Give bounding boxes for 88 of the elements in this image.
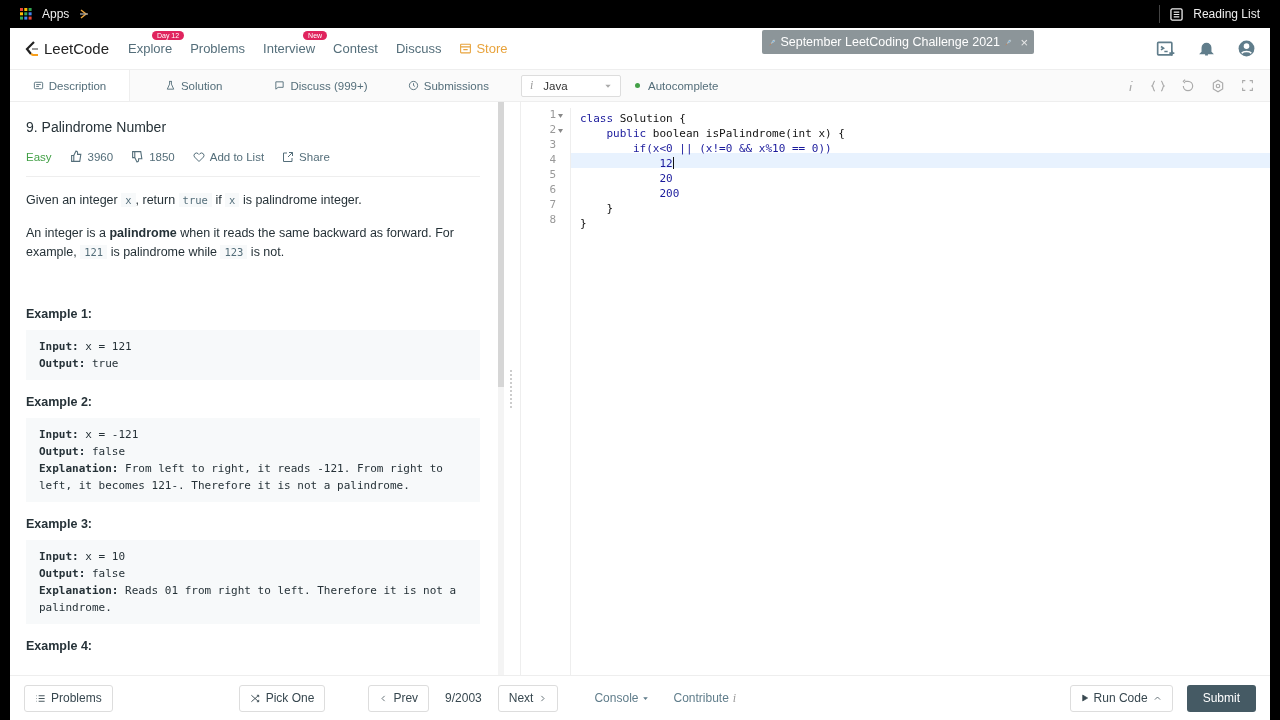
example-heading: Example 1: [26, 307, 93, 322]
code-line: if(x<0 || (x!=0 && x%10 == 0)) [631, 142, 832, 155]
scrollbar-thumb[interactable] [498, 102, 504, 387]
console-button[interactable]: Console [586, 691, 658, 705]
code-line: class Solution { [580, 112, 686, 125]
line-number: 8 [549, 213, 556, 228]
example-line: Input: x = 121 [39, 339, 133, 355]
reset-icon [1181, 78, 1195, 93]
share-icon [282, 150, 295, 163]
shuffle-icon [249, 692, 261, 704]
example-line: Output: true [39, 356, 120, 372]
logo-icon [24, 39, 40, 58]
submit-button[interactable]: Submit [1186, 684, 1256, 712]
caret-icon [642, 694, 650, 702]
line-number: 4 [549, 153, 556, 168]
flask-icon [164, 80, 176, 91]
play-icon [1080, 694, 1089, 702]
problem-position: 9/2003 [445, 691, 482, 705]
heart-icon [192, 150, 205, 163]
list-icon [35, 692, 46, 704]
autocomplete-toggle[interactable]: Autocomplete [635, 79, 719, 92]
example-line: Input: x = 10 [39, 549, 127, 565]
logo-text[interactable]: LeetCode [44, 40, 110, 57]
code-line: 20 [658, 172, 673, 185]
next-button[interactable]: Next [497, 684, 559, 712]
example-line: Output: false [39, 444, 127, 460]
avatar-icon [1237, 39, 1256, 58]
notifications-button[interactable] [1198, 40, 1215, 57]
code-line: } [605, 202, 614, 215]
example-heading: Example 2: [26, 395, 93, 410]
line-number: 2 [549, 123, 556, 138]
text-caret [672, 156, 674, 169]
bookmark-logo-icon[interactable] [79, 8, 90, 20]
reading-list-link[interactable]: Reading List [1193, 7, 1260, 21]
example-line: Explanation: Reads 01 from right to left. Therefore it is not a palindrome. [39, 583, 458, 616]
storefront-icon [459, 42, 473, 55]
description-paragraph: Given an integer x , return true if x is palindrome integer. [26, 192, 363, 209]
line-number: 7 [549, 198, 556, 213]
example-heading: Example 3: [26, 517, 93, 532]
nav-link[interactable]: Explore [128, 41, 173, 56]
resize-handle[interactable] [510, 369, 514, 408]
language-select[interactable]: i Java [521, 74, 621, 97]
example-line: Explanation: From left to right, it reads -121. From right to left, it becomes 121-. Therefore it is not a palindrome. [39, 461, 444, 494]
document-icon [32, 80, 44, 91]
add-to-list-button[interactable]: Add to List [192, 150, 265, 163]
run-code-button[interactable]: Run Code [1069, 684, 1173, 712]
example-line: Input: x = -121 [39, 427, 140, 443]
list-icon[interactable] [1170, 7, 1184, 21]
difficulty-label: Easy [26, 150, 52, 163]
dislike-button[interactable]: 1850 [131, 150, 175, 163]
problem-title: 9. Palindrome Number [26, 119, 168, 135]
apps-label[interactable]: Apps [42, 7, 70, 21]
problems-button[interactable]: Problems [24, 684, 113, 712]
account-button[interactable] [1237, 39, 1256, 58]
pick-one-button[interactable]: Pick One [238, 684, 326, 712]
like-button[interactable]: 3960 [69, 150, 114, 163]
comment-icon [274, 80, 286, 91]
prev-button[interactable]: Prev [368, 684, 430, 712]
thumbs-down-icon [131, 150, 145, 163]
nav-link[interactable]: Interview [263, 41, 316, 56]
share-button[interactable]: Share [282, 150, 330, 163]
example-line: Output: false [39, 566, 127, 582]
line-number: 1 [549, 108, 556, 123]
announcement-banner[interactable]: September LeetCoding Challenge 2021 × [762, 30, 1034, 54]
nav-link[interactable]: Discuss [395, 41, 442, 56]
announcement-text: September LeetCoding Challenge 2021 [780, 35, 1000, 49]
fold-caret-icon[interactable] [558, 128, 563, 133]
code-line: 200 [658, 187, 680, 200]
clock-icon [407, 80, 419, 91]
description-paragraph: An integer is a palindrome when it reads the same backward as forward. For example, 121 is palindrome while 123 is not. [26, 225, 455, 261]
fold-caret-icon[interactable] [558, 113, 563, 118]
apps-grid-icon[interactable] [20, 8, 32, 20]
code-line: 12 [658, 157, 673, 170]
line-number: 3 [549, 138, 556, 153]
code-line: } [580, 217, 587, 230]
fullscreen-icon [1241, 78, 1254, 92]
nav-link[interactable]: Contest [333, 41, 378, 56]
code-line: public boolean isPalindrome(int x) { [605, 127, 845, 140]
line-number: 6 [549, 183, 556, 198]
tab[interactable]: Description [10, 70, 130, 101]
line-number: 5 [549, 168, 556, 183]
nav-link[interactable]: Problems [190, 41, 246, 56]
example-heading: Example 4: [26, 639, 93, 654]
thumbs-up-icon [69, 150, 83, 163]
contribute-link[interactable]: Contribute i [665, 690, 745, 706]
settings-icon [1211, 78, 1225, 93]
chevron-right-icon [538, 693, 548, 703]
bell-icon [1198, 40, 1215, 57]
